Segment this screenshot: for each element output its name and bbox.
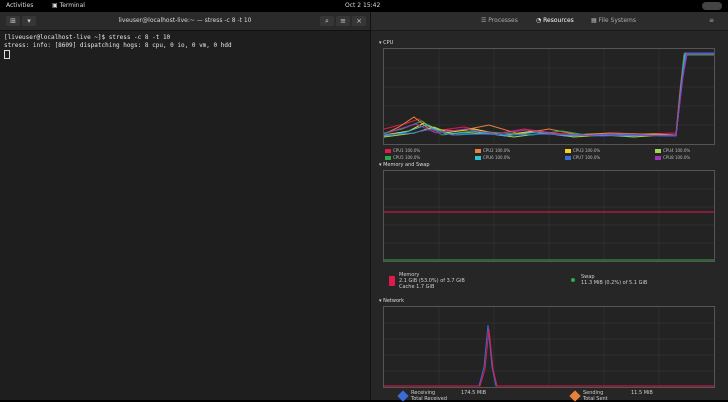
- sending-legend: Sending Total Sent: [583, 390, 608, 402]
- cache-value: Cache 1.7 GiB: [399, 284, 435, 290]
- sent-value: 11.5 MiB: [631, 390, 653, 396]
- swap-pie-icon: [571, 278, 575, 282]
- menu-icon[interactable]: ≡: [336, 16, 350, 26]
- tab-file-systems[interactable]: ▦ File Systems: [591, 17, 636, 24]
- terminal-icon: ▣: [52, 2, 58, 9]
- cpu-section-title[interactable]: ▾ CPU: [379, 40, 393, 46]
- terminal-header: ⊞ ▾ liveuser@localhost-live:~ — stress -…: [0, 12, 370, 31]
- system-menu[interactable]: [702, 2, 722, 10]
- close-icon[interactable]: ×: [352, 16, 366, 26]
- terminal-output[interactable]: [liveuser@localhost-live ~]$ stress -c 8…: [4, 34, 364, 59]
- cpu-legend-item: CPU5 100.0%: [385, 155, 420, 160]
- cpu-legend-item: CPU3 100.0%: [565, 148, 600, 153]
- cpu-legend-item: CPU4 100.0%: [655, 148, 690, 153]
- received-value: 174.5 MiB: [461, 390, 487, 396]
- memory-section-title[interactable]: ▾ Memory and Swap: [379, 162, 430, 168]
- network-graph-svg: [384, 307, 714, 387]
- monitor-header: ☰ Processes ◔ Resources ▦ File Systems ≡: [371, 12, 728, 31]
- terminal-title: liveuser@localhost-live:~ — stress -c 8 …: [118, 17, 252, 24]
- cpu-legend-item: CPU8 100.0%: [655, 155, 690, 160]
- app-menu[interactable]: ▣ Terminal: [52, 2, 85, 9]
- terminal-line: stress: info: [8609] dispatching hogs: 8…: [4, 42, 232, 49]
- terminal-cursor: [4, 50, 10, 59]
- terminal-window: ⊞ ▾ liveuser@localhost-live:~ — stress -…: [0, 12, 370, 400]
- activities-button[interactable]: Activities: [6, 2, 33, 9]
- cpu-legend-item: CPU2 100.0%: [475, 148, 510, 153]
- top-bar: Activities ▣ Terminal Oct 2 15:42: [0, 0, 728, 12]
- cpu-graph-svg: [384, 49, 714, 144]
- network-section-title[interactable]: ▾ Network: [379, 298, 404, 304]
- memory-legend: Memory 2.1 GiB (53.0%) of 3.7 GiB Cache …: [399, 272, 465, 290]
- cpu-legend-item: CPU6 100.0%: [475, 155, 510, 160]
- search-icon[interactable]: ⌕: [320, 16, 334, 26]
- network-graph: [383, 306, 715, 388]
- total-sent-label: Total Sent: [583, 396, 608, 402]
- system-monitor-window: ☰ Processes ◔ Resources ▦ File Systems ≡…: [370, 12, 728, 402]
- memory-graph-svg: [384, 171, 714, 261]
- memory-graph: [383, 170, 715, 262]
- tab-resources[interactable]: ◔ Resources: [536, 17, 574, 24]
- total-received-label: Total Received: [411, 396, 448, 402]
- tab-processes[interactable]: ☰ Processes: [481, 17, 518, 24]
- swap-legend: Swap 11.3 MiB (0.2%) of 5.1 GiB: [581, 274, 647, 286]
- menu-icon[interactable]: ≡: [709, 17, 714, 24]
- receiving-legend: Receiving Total Received: [411, 390, 447, 402]
- swap-value: 11.3 MiB (0.2%) of 5.1 GiB: [581, 280, 648, 286]
- cpu-graph: [383, 48, 715, 145]
- memory-pie-icon: [389, 276, 395, 286]
- app-name: Terminal: [59, 2, 85, 9]
- terminal-line: [liveuser@localhost-live ~]$ stress -c 8…: [4, 34, 171, 41]
- cpu-legend-item: CPU1 100.0%: [385, 148, 420, 153]
- cpu-legend-item: CPU7 100.0%: [565, 155, 600, 160]
- clock[interactable]: Oct 2 15:42: [345, 2, 380, 9]
